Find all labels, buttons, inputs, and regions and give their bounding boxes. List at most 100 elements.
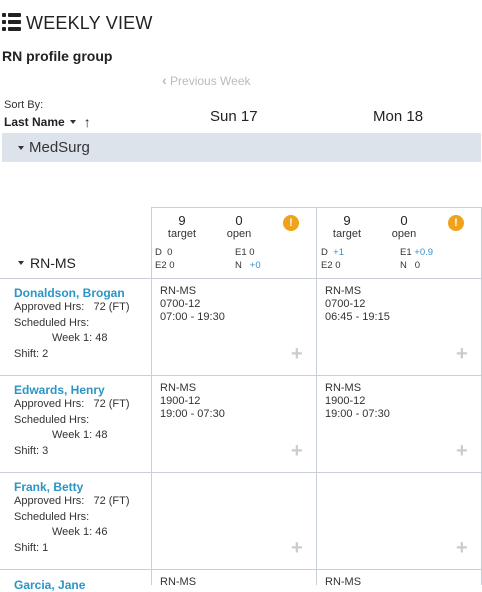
employee-info: Frank, Betty Approved Hrs: 72 (FT) Sched… bbox=[14, 480, 130, 556]
shift-cell[interactable]: RN-MS 0700-12 06:45 - 19:15 bbox=[325, 285, 390, 324]
approved-hours: Approved Hrs: 72 (FT) bbox=[14, 301, 130, 313]
grid-line bbox=[151, 207, 152, 585]
shift-role: RN-MS bbox=[160, 382, 197, 394]
open-count: 0 bbox=[235, 213, 243, 228]
n-label: N bbox=[400, 260, 407, 271]
scheduled-hours-label: Scheduled Hrs: bbox=[14, 413, 90, 426]
warning-icon[interactable]: ! bbox=[283, 215, 299, 231]
employee-info: Donaldson, Brogan Approved Hrs: 72 (FT) … bbox=[14, 286, 130, 362]
week-hours: Week 1: 48 bbox=[52, 429, 108, 441]
e1-value: 0 bbox=[249, 247, 255, 258]
previous-week-button[interactable]: ‹ Previous Week bbox=[162, 72, 251, 88]
e2-label: E2 bbox=[321, 260, 333, 271]
sort-ascending-icon[interactable]: ↑ bbox=[84, 114, 91, 130]
d-value: 0 bbox=[167, 247, 173, 258]
employee-name-link[interactable]: Donaldson, Brogan bbox=[14, 286, 130, 300]
chevron-left-icon: ‹ bbox=[162, 72, 167, 88]
employee-info: Edwards, Henry Approved Hrs: 72 (FT) Sch… bbox=[14, 383, 130, 459]
week-hours: Week 1: 48 bbox=[52, 332, 108, 344]
scheduled-hours-label: Scheduled Hrs: bbox=[14, 510, 90, 523]
open-summary: 0 open bbox=[224, 213, 254, 240]
n-value: +0 bbox=[249, 260, 261, 271]
role-name: RN-MS bbox=[30, 255, 76, 271]
open-label: open bbox=[391, 228, 417, 240]
e1-label: E1 bbox=[235, 247, 247, 258]
target-summary: 9 target bbox=[330, 213, 364, 240]
shift-count: Shift: 3 bbox=[14, 444, 49, 457]
grid-line bbox=[0, 569, 482, 570]
sort-by-value: Last Name bbox=[4, 115, 65, 129]
shift-time: 19:00 - 07:30 bbox=[160, 408, 225, 420]
list-view-icon[interactable] bbox=[2, 12, 22, 34]
approved-hours: Approved Hrs: 72 (FT) bbox=[14, 495, 130, 507]
warning-icon[interactable]: ! bbox=[448, 215, 464, 231]
shift-cell[interactable]: RN-MS 0700-12 07:00 - 19:30 bbox=[160, 285, 225, 324]
n-value: 0 bbox=[414, 260, 421, 271]
shift-counts: N +0 bbox=[235, 260, 261, 271]
shift-cell[interactable]: RN-MS 1900-12 19:00 - 07:30 bbox=[325, 382, 390, 421]
shift-counts: D +1 bbox=[321, 247, 344, 258]
e1-label: E1 bbox=[400, 247, 412, 258]
e2-value: 0 bbox=[335, 260, 341, 271]
shift-counts: D 0 bbox=[155, 247, 172, 258]
shift-code: 1900-12 bbox=[160, 395, 201, 407]
employee-name-link[interactable]: Edwards, Henry bbox=[14, 383, 130, 397]
title-row: WEEKLY VIEW bbox=[2, 12, 153, 34]
scheduled-hours-label: Scheduled Hrs: bbox=[14, 316, 90, 329]
day-header-sun: Sun 17 bbox=[210, 108, 258, 125]
target-count: 9 bbox=[178, 213, 186, 228]
e2-value: 0 bbox=[169, 260, 175, 271]
open-count: 0 bbox=[400, 213, 408, 228]
previous-week-label: Previous Week bbox=[170, 74, 251, 88]
shift-count: Shift: 1 bbox=[14, 541, 49, 554]
open-label: open bbox=[226, 228, 252, 240]
target-label: target bbox=[332, 228, 362, 240]
sort-by-dropdown[interactable]: Last Name ↑ bbox=[4, 114, 91, 130]
grid-line bbox=[316, 207, 317, 585]
shift-role[interactable]: RN-MS bbox=[160, 576, 196, 589]
shift-counts: E2 0 bbox=[321, 260, 341, 271]
add-shift-icon[interactable]: + bbox=[456, 537, 468, 560]
caret-down-icon bbox=[18, 145, 24, 150]
grid-line bbox=[0, 375, 482, 376]
shift-counts: E1 +0.9 bbox=[400, 247, 433, 258]
shift-counts: E1 0 bbox=[235, 247, 255, 258]
shift-cell[interactable]: RN-MS 1900-12 19:00 - 07:30 bbox=[160, 382, 225, 421]
shift-time: 06:45 - 19:15 bbox=[325, 311, 390, 323]
sort-by-label: Sort By: bbox=[4, 99, 44, 111]
week-hours: Week 1: 46 bbox=[52, 526, 108, 538]
target-summary: 9 target bbox=[165, 213, 199, 240]
shift-role: RN-MS bbox=[160, 285, 197, 297]
add-shift-icon[interactable]: + bbox=[456, 343, 468, 366]
add-shift-icon[interactable]: + bbox=[291, 440, 303, 463]
shift-role[interactable]: RN-MS bbox=[325, 576, 361, 589]
d-value: +1 bbox=[333, 247, 344, 258]
d-label: D bbox=[155, 247, 162, 258]
add-shift-icon[interactable]: + bbox=[291, 537, 303, 560]
approved-hours: Approved Hrs: 72 (FT) bbox=[14, 398, 130, 410]
shift-code: 0700-12 bbox=[325, 298, 366, 310]
shift-time: 07:00 - 19:30 bbox=[160, 311, 225, 323]
shift-count: Shift: 2 bbox=[14, 347, 49, 360]
profile-group-label: RN profile group bbox=[2, 48, 113, 64]
shift-time: 19:00 - 07:30 bbox=[325, 408, 390, 420]
shift-role: RN-MS bbox=[325, 285, 362, 297]
page-title: WEEKLY VIEW bbox=[26, 12, 153, 33]
add-shift-icon[interactable]: + bbox=[456, 440, 468, 463]
caret-down-icon bbox=[18, 261, 24, 265]
shift-counts: E2 0 bbox=[155, 260, 175, 271]
unit-group-header[interactable]: MedSurg bbox=[2, 133, 481, 162]
employee-name-link[interactable]: Frank, Betty bbox=[14, 480, 130, 494]
employee-name-link[interactable]: Garcia, Jane bbox=[14, 578, 85, 592]
open-summary: 0 open bbox=[389, 213, 419, 240]
shift-code: 1900-12 bbox=[325, 395, 366, 407]
grid-line bbox=[0, 278, 482, 279]
e2-label: E2 bbox=[155, 260, 167, 271]
shift-counts: N 0 bbox=[400, 260, 420, 271]
add-shift-icon[interactable]: + bbox=[291, 343, 303, 366]
shift-code: 0700-12 bbox=[160, 298, 201, 310]
target-count: 9 bbox=[343, 213, 351, 228]
role-group-toggle[interactable]: RN-MS bbox=[18, 255, 76, 271]
n-label: N bbox=[235, 260, 242, 271]
d-label: D bbox=[321, 247, 328, 258]
